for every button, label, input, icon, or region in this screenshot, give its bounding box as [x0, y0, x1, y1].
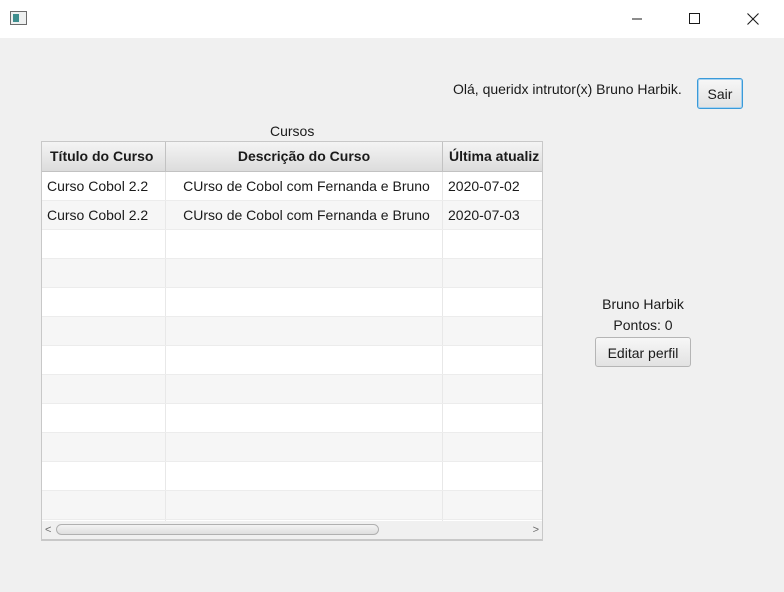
cell-updated [443, 433, 542, 461]
empty-table-row[interactable] [42, 491, 542, 520]
maximize-button[interactable] [666, 0, 724, 38]
cell-updated [443, 230, 542, 258]
cell-updated [443, 491, 542, 519]
cell-title [42, 433, 166, 461]
cell-updated [443, 259, 542, 287]
cell-title [42, 288, 166, 316]
app-icon [10, 11, 27, 25]
window-content: Olá, queridx intrutor(x) Bruno Harbik. S… [0, 38, 784, 592]
cell-description [166, 433, 443, 461]
maximize-icon [689, 13, 700, 24]
cell-title [42, 375, 166, 403]
cell-title [42, 404, 166, 432]
scroll-thumb[interactable] [56, 524, 379, 535]
table-header: Título do Curso Descrição do Curso Últim… [42, 142, 542, 172]
courses-table[interactable]: Título do Curso Descrição do Curso Últim… [41, 141, 543, 541]
cell-title [42, 346, 166, 374]
cell-description [166, 346, 443, 374]
greeting-text: Olá, queridx intrutor(x) Bruno Harbik. [453, 81, 682, 97]
cell-title [42, 230, 166, 258]
scroll-left-icon[interactable]: < [45, 523, 51, 537]
empty-table-row[interactable] [42, 259, 542, 288]
cell-title [42, 462, 166, 490]
close-button[interactable] [724, 0, 782, 38]
cell-description [166, 230, 443, 258]
profile-name: Bruno Harbik [602, 296, 684, 312]
table-row[interactable]: Curso Cobol 2.2 CUrso de Cobol com Fernan… [42, 172, 542, 201]
close-icon [747, 13, 759, 25]
cell-description [166, 288, 443, 316]
cell-description [166, 462, 443, 490]
empty-table-row[interactable] [42, 317, 542, 346]
minimize-icon [632, 18, 642, 20]
empty-table-row[interactable] [42, 346, 542, 375]
cell-description: CUrso de Cobol com Fernanda e Bruno [166, 172, 443, 200]
column-header-description[interactable]: Descrição do Curso [166, 142, 443, 171]
minimize-button[interactable] [608, 0, 666, 38]
courses-title: Cursos [270, 123, 315, 139]
cell-title: Curso Cobol 2.2 [42, 201, 166, 229]
cell-updated [443, 375, 542, 403]
cell-title [42, 491, 166, 519]
empty-table-row[interactable] [42, 375, 542, 404]
cell-updated [443, 462, 542, 490]
cell-description [166, 404, 443, 432]
column-header-updated[interactable]: Última atualiz [443, 142, 542, 171]
empty-table-row[interactable] [42, 462, 542, 491]
cell-title [42, 259, 166, 287]
cell-updated [443, 317, 542, 345]
empty-table-row[interactable] [42, 230, 542, 259]
column-header-title[interactable]: Título do Curso [42, 142, 166, 171]
table-row[interactable]: Curso Cobol 2.2 CUrso de Cobol com Fernan… [42, 201, 542, 230]
cell-updated [443, 404, 542, 432]
cell-updated [443, 346, 542, 374]
cell-description [166, 491, 443, 519]
table-body: Curso Cobol 2.2 CUrso de Cobol com Fernan… [42, 172, 542, 540]
cell-description [166, 317, 443, 345]
cell-description [166, 259, 443, 287]
cell-description [166, 375, 443, 403]
scroll-right-icon[interactable]: > [533, 523, 539, 537]
cell-updated: 2020-07-03 [448, 207, 520, 223]
empty-table-row[interactable] [42, 433, 542, 462]
edit-profile-button[interactable]: Editar perfil [595, 337, 691, 367]
cell-updated: 2020-07-02 [448, 178, 520, 194]
horizontal-scrollbar[interactable]: < > [41, 521, 543, 540]
cell-title: Curso Cobol 2.2 [42, 172, 166, 200]
empty-table-row[interactable] [42, 288, 542, 317]
logout-button[interactable]: Sair [697, 78, 743, 109]
profile-points: Pontos: 0 [613, 317, 673, 333]
cell-title [42, 317, 166, 345]
empty-table-row[interactable] [42, 404, 542, 433]
window-titlebar [0, 0, 784, 38]
cell-updated [443, 288, 542, 316]
cell-description: CUrso de Cobol com Fernanda e Bruno [166, 201, 443, 229]
